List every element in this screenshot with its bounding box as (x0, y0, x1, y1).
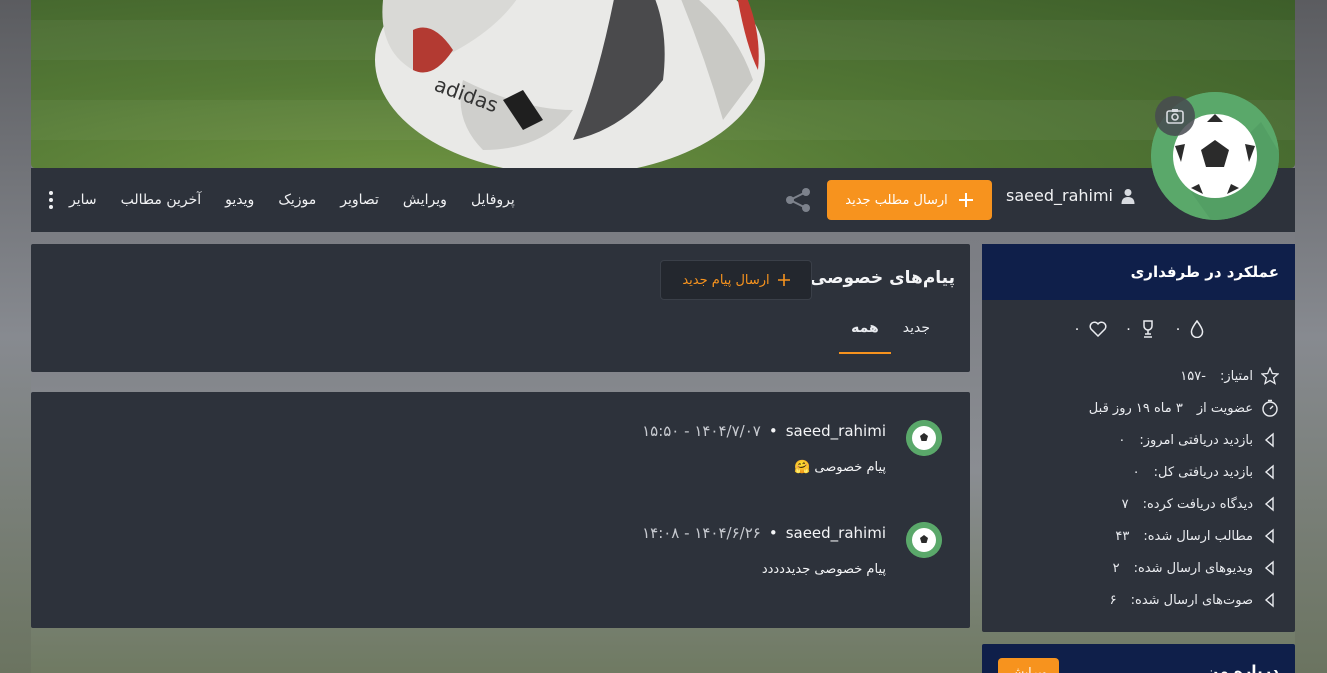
heart-count: ۰ (1073, 321, 1081, 337)
stat-value: ۴۳ (1115, 528, 1130, 544)
drop-count: ۰ (1174, 321, 1182, 337)
stat-label: بازدید دریافتی امروز: (1139, 432, 1253, 448)
stat-member-since: عضویت از ۳ ماه ۱۹ روز قبل (982, 392, 1279, 424)
caret-left-icon (1264, 432, 1274, 448)
message-content: saeed_rahimi • ۱۴۰۴/۷/۰۷ - ۱۵:۵۰ پیام خص… (642, 420, 886, 475)
page-background-right (1295, 0, 1327, 673)
avatar[interactable] (906, 522, 942, 558)
message-body: پیام خصوصی 🤗 (794, 460, 886, 475)
message-list: saeed_rahimi • ۱۴۰۴/۷/۰۷ - ۱۵:۵۰ پیام خص… (31, 392, 970, 628)
trophy-count: ۰ (1124, 321, 1133, 337)
performance-sidebar: عملکرد در طرفداری ۰ ۰ ۰ امتیاز: -۱۵۷ عضو… (982, 244, 1295, 632)
stat-videos-sent: ویدیوهای ارسال شده: ۲ (982, 552, 1279, 584)
stat-value: ۲ (1112, 560, 1120, 576)
stat-value: -۱۵۷ (1180, 368, 1206, 384)
message-sender[interactable]: saeed_rahimi (786, 524, 886, 542)
message-sender[interactable]: saeed_rahimi (786, 422, 886, 440)
stat-value: ۰ (1132, 464, 1140, 480)
share-button[interactable] (784, 186, 812, 218)
stat-comments-received: دیدگاه دریافت کرده: ۷ (982, 488, 1279, 520)
user-icon (1121, 188, 1135, 204)
list-item[interactable]: saeed_rahimi • ۱۴۰۴/۷/۰۷ - ۱۵:۵۰ پیام خص… (642, 420, 942, 475)
caret-left-icon (1264, 464, 1274, 480)
about-me-panel: درباره من ویرایش (982, 644, 1295, 673)
page-title: پیام‌های خصوصی (809, 268, 955, 288)
caret-left-icon (1264, 560, 1274, 576)
profile-username: saeed_rahimi (1006, 186, 1135, 205)
caret-left-icon (1264, 528, 1274, 544)
profile-navbar: saeed_rahimi ارسال مطلب جدید سایر آخرین … (31, 92, 1295, 232)
tab-all[interactable]: همه (839, 314, 891, 354)
stat-value: ۶ (1109, 592, 1117, 608)
message-timestamp: ۱۴۰۴/۶/۲۶ - ۱۴:۰۸ (642, 524, 761, 542)
new-post-label: ارسال مطلب جدید (845, 192, 948, 208)
message-body: پیام خصوصی جدیددددد (761, 562, 886, 577)
message-content: saeed_rahimi • ۱۴۰۴/۶/۲۶ - ۱۴:۰۸ پیام خص… (642, 522, 886, 577)
stat-value: ۰ (1118, 432, 1126, 448)
menu-item-music[interactable]: موزیک (266, 192, 328, 208)
stat-label: صوت‌های ارسال شده: (1130, 592, 1253, 608)
send-new-message-button[interactable]: ارسال پیام جدید (660, 260, 812, 300)
plus-icon (958, 193, 973, 207)
profile-cover-image: adidas (31, 0, 1295, 168)
share-icon (786, 188, 810, 212)
stat-label: بازدید دریافتی کل: (1153, 464, 1253, 480)
menu-item-edit[interactable]: ویرایش (391, 192, 459, 208)
profile-menu: سایر آخرین مطالب ویدیو موزیک تصاویر ویرا… (49, 168, 527, 232)
about-me-title: درباره من (1205, 662, 1279, 673)
stats-list: امتیاز: -۱۵۷ عضویت از ۳ ماه ۱۹ روز قبل ب… (982, 360, 1295, 616)
send-new-message-label: ارسال پیام جدید (682, 272, 770, 288)
stat-label: مطالب ارسال شده: (1143, 528, 1253, 544)
message-timestamp: ۱۴۰۴/۷/۰۷ - ۱۵:۵۰ (642, 422, 761, 440)
sidebar-title: عملکرد در طرفداری (982, 244, 1295, 300)
menu-item-profile[interactable]: پروفایل (459, 192, 527, 208)
menu-item-latest-posts[interactable]: آخرین مطالب (109, 192, 214, 208)
camera-icon (1166, 109, 1184, 124)
stat-audios-sent: صوت‌های ارسال شده: ۶ (982, 584, 1279, 616)
menu-item-other[interactable]: سایر (57, 192, 109, 208)
soccer-ball-icon (906, 420, 942, 456)
badge-row: ۰ ۰ ۰ (982, 320, 1295, 338)
page-background-left (0, 0, 31, 673)
menu-item-video[interactable]: ویدیو (213, 192, 266, 208)
stat-label: عضویت از (1196, 400, 1253, 416)
drop-badge: ۰ (1174, 320, 1204, 338)
plus-icon (777, 274, 790, 286)
username-text: saeed_rahimi (1006, 186, 1113, 205)
stat-posts-sent: مطالب ارسال شده: ۴۳ (982, 520, 1279, 552)
stat-views-today: بازدید دریافتی امروز: ۰ (982, 424, 1279, 456)
stat-views-total: بازدید دریافتی کل: ۰ (982, 456, 1279, 488)
about-edit-button[interactable]: ویرایش (998, 658, 1059, 673)
message-meta: saeed_rahimi • ۱۴۰۴/۶/۲۶ - ۱۴:۰۸ (642, 522, 886, 544)
message-tabs: جدید همه (839, 314, 942, 354)
stat-label: امتیاز: (1219, 368, 1253, 384)
trophy-icon (1143, 320, 1154, 338)
list-item[interactable]: saeed_rahimi • ۱۴۰۴/۶/۲۶ - ۱۴:۰۸ پیام خص… (642, 522, 942, 577)
clock-icon (1262, 399, 1278, 417)
stat-value: ۳ ماه ۱۹ روز قبل (1088, 400, 1183, 416)
change-cover-camera-button[interactable] (1155, 96, 1195, 136)
star-icon (1261, 367, 1279, 385)
avatar[interactable] (906, 420, 942, 456)
heart-icon (1089, 321, 1107, 337)
private-messages-header: پیام‌های خصوصی ارسال پیام جدید جدید همه (31, 244, 970, 372)
menu-item-images[interactable]: تصاویر (328, 192, 391, 208)
caret-left-icon (1264, 592, 1274, 608)
caret-left-icon (1264, 496, 1274, 512)
separator-dot: • (768, 524, 778, 542)
new-post-button[interactable]: ارسال مطلب جدید (827, 180, 992, 220)
stat-value: ۷ (1121, 496, 1129, 512)
more-options-icon[interactable] (49, 191, 57, 209)
message-meta: saeed_rahimi • ۱۴۰۴/۷/۰۷ - ۱۵:۵۰ (642, 420, 886, 442)
tab-new[interactable]: جدید (891, 314, 942, 354)
stat-label: دیدگاه دریافت کرده: (1142, 496, 1253, 512)
heart-badge: ۰ (1073, 320, 1107, 338)
trophy-badge: ۰ (1125, 320, 1157, 338)
stat-label: ویدیوهای ارسال شده: (1133, 560, 1253, 576)
soccer-ball-cover-graphic: adidas (375, 0, 765, 168)
drop-icon (1190, 320, 1204, 338)
separator-dot: • (768, 422, 778, 440)
stat-score: امتیاز: -۱۵۷ (982, 360, 1279, 392)
soccer-ball-icon (906, 522, 942, 558)
